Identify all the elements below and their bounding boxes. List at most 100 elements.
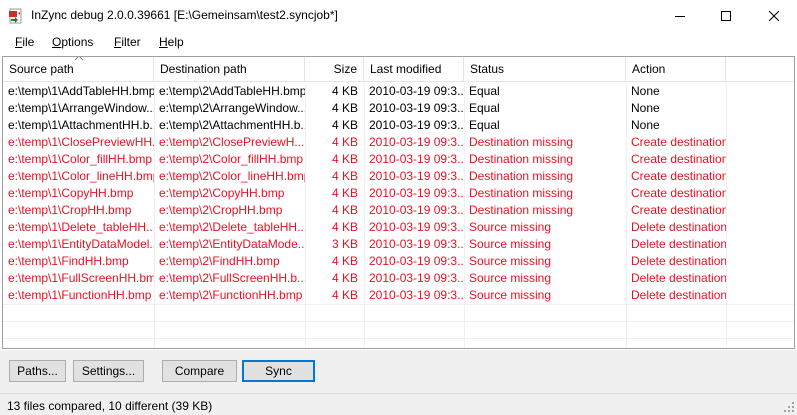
- table-row[interactable]: e:\temp\1\CopyHH.bmp e:\temp\2\CopyHH.bmp…: [3, 185, 794, 202]
- resize-grip-icon[interactable]: [783, 401, 795, 413]
- table-row[interactable]: e:\temp\1\Color_fillHH.bmp e:\temp\2\Colo…: [3, 151, 794, 168]
- minimize-button[interactable]: [657, 0, 703, 31]
- column-header-status-label: Status: [470, 62, 505, 76]
- cell-destination: e:\temp\2\FindHH.bmp: [159, 254, 280, 268]
- cell-status: Source missing: [469, 271, 552, 285]
- status-text: 13 files compared, 10 different (39 KB): [7, 399, 213, 413]
- menu-file-label: ile: [22, 35, 35, 49]
- empty-row: [3, 304, 794, 321]
- cell-size: 4 KB: [331, 254, 358, 268]
- cell-modified: 2010-03-19 09:3...: [369, 237, 464, 251]
- menu-help-mnemonic: H: [159, 35, 168, 49]
- menu-options-mnemonic: O: [52, 35, 62, 49]
- column-header-size-label: Size: [333, 62, 357, 76]
- status-bar: 13 files compared, 10 different (39 KB): [0, 393, 797, 415]
- maximize-button[interactable]: [703, 0, 749, 31]
- cell-action: None: [631, 101, 660, 115]
- menu-filter[interactable]: Filter: [114, 35, 141, 49]
- table-row[interactable]: e:\temp\1\FunctionHH.bmp e:\temp\2\Functi…: [3, 287, 794, 304]
- cell-size: 4 KB: [331, 135, 358, 149]
- cell-action: Delete destination: [631, 220, 726, 234]
- column-header-source[interactable]: Source path: [3, 57, 154, 82]
- cell-source: e:\temp\1\CropHH.bmp: [8, 203, 132, 217]
- cell-source: e:\temp\1\EntityDataModel...: [8, 237, 154, 251]
- table-row[interactable]: e:\temp\1\AddTableHH.bmp e:\temp\2\AddTab…: [3, 83, 794, 100]
- cell-source: e:\temp\1\AttachmentHH.b...: [8, 118, 154, 132]
- cell-modified: 2010-03-19 09:3...: [369, 203, 464, 217]
- cell-status: Destination missing: [469, 169, 574, 183]
- cell-status: Source missing: [469, 254, 552, 268]
- minimize-icon: [675, 15, 685, 17]
- menu-help-label: elp: [167, 35, 184, 49]
- cell-action: Create destination: [631, 203, 726, 217]
- column-header-modified[interactable]: Last modified: [364, 57, 464, 82]
- table-row[interactable]: e:\temp\1\Color_lineHH.bmp e:\temp\2\Colo…: [3, 168, 794, 185]
- compare-button[interactable]: Compare: [162, 360, 237, 382]
- cell-source: e:\temp\1\ArrangeWindow...: [8, 101, 154, 115]
- table-row[interactable]: e:\temp\1\CropHH.bmp e:\temp\2\CropHH.bmp…: [3, 202, 794, 219]
- settings-button[interactable]: Settings...: [73, 360, 144, 382]
- cell-status: Destination missing: [469, 186, 574, 200]
- cell-modified: 2010-03-19 09:3...: [369, 186, 464, 200]
- cell-destination: e:\temp\2\Color_lineHH.bmp: [159, 169, 305, 183]
- cell-status: Destination missing: [469, 203, 574, 217]
- paths-button[interactable]: Paths...: [9, 360, 66, 382]
- cell-source: e:\temp\1\ClosePreviewHH...: [8, 135, 154, 149]
- menu-filter-label: ilter: [121, 35, 141, 49]
- table-row[interactable]: e:\temp\1\FullScreenHH.bmp e:\temp\2\Full…: [3, 270, 794, 287]
- cell-destination: e:\temp\2\CropHH.bmp: [159, 203, 283, 217]
- file-list[interactable]: Source path Destination path Size Last m…: [2, 56, 795, 349]
- cell-destination: e:\temp\2\AttachmentHH.b...: [159, 118, 305, 132]
- cell-size: 4 KB: [331, 152, 358, 166]
- cell-destination: e:\temp\2\Color_fillHH.bmp: [159, 152, 304, 166]
- cell-action: Create destination: [631, 152, 726, 166]
- cell-action: Delete destination: [631, 271, 726, 285]
- table-row[interactable]: e:\temp\1\FindHH.bmp e:\temp\2\FindHH.bmp…: [3, 253, 794, 270]
- column-header-modified-label: Last modified: [370, 62, 442, 76]
- cell-size: 4 KB: [331, 169, 358, 183]
- cell-action: Delete destination: [631, 254, 726, 268]
- cell-destination: e:\temp\2\FullScreenHH.b...: [159, 271, 305, 285]
- cell-action: Create destination: [631, 135, 726, 149]
- table-row[interactable]: e:\temp\1\ArrangeWindow... e:\temp\2\Arra…: [3, 100, 794, 117]
- menu-help[interactable]: Help: [159, 35, 184, 49]
- cell-status: Source missing: [469, 220, 552, 234]
- cell-action: None: [631, 84, 660, 98]
- close-button[interactable]: [751, 0, 797, 31]
- cell-status: Equal: [469, 84, 500, 98]
- cell-modified: 2010-03-19 09:3...: [369, 152, 464, 166]
- column-header-action-label: Action: [632, 62, 666, 76]
- column-header-destination[interactable]: Destination path: [154, 57, 305, 82]
- cell-modified: 2010-03-19 09:3...: [369, 271, 464, 285]
- cell-source: e:\temp\1\Delete_tableHH....: [8, 220, 154, 234]
- cell-status: Equal: [469, 118, 500, 132]
- table-row[interactable]: e:\temp\1\AttachmentHH.b... e:\temp\2\Att…: [3, 117, 794, 134]
- cell-status: Destination missing: [469, 152, 574, 166]
- sync-button[interactable]: Sync: [242, 360, 315, 382]
- cell-modified: 2010-03-19 09:3...: [369, 101, 464, 115]
- cell-status: Source missing: [469, 237, 552, 251]
- column-header-source-label: Source path: [9, 62, 74, 76]
- cell-action: Create destination: [631, 169, 726, 183]
- close-icon: [769, 10, 779, 21]
- button-bar: Paths... Settings... Compare Sync: [0, 350, 797, 393]
- column-header-destination-label: Destination path: [160, 62, 247, 76]
- table-row[interactable]: e:\temp\1\ClosePreviewHH... e:\temp\2\Clo…: [3, 134, 794, 151]
- cell-modified: 2010-03-19 09:3...: [369, 169, 464, 183]
- cell-source: e:\temp\1\AddTableHH.bmp: [8, 84, 154, 98]
- column-header-size[interactable]: Size: [305, 57, 364, 82]
- menu-options[interactable]: Options: [52, 35, 93, 49]
- cell-source: e:\temp\1\FindHH.bmp: [8, 254, 129, 268]
- maximize-icon: [721, 10, 731, 21]
- cell-destination: e:\temp\2\FunctionHH.bmp: [159, 288, 303, 302]
- column-header-action[interactable]: Action: [626, 57, 726, 82]
- cell-destination: e:\temp\2\Delete_tableHH...: [159, 220, 305, 234]
- cell-modified: 2010-03-19 09:3...: [369, 84, 464, 98]
- cell-size: 4 KB: [331, 220, 358, 234]
- cell-source: e:\temp\1\Color_lineHH.bmp: [8, 169, 154, 183]
- menu-file[interactable]: File: [15, 35, 34, 49]
- cell-modified: 2010-03-19 09:3...: [369, 288, 464, 302]
- table-row[interactable]: e:\temp\1\EntityDataModel... e:\temp\2\En…: [3, 236, 794, 253]
- table-row[interactable]: e:\temp\1\Delete_tableHH.... e:\temp\2\De…: [3, 219, 794, 236]
- column-header-status[interactable]: Status: [464, 57, 626, 82]
